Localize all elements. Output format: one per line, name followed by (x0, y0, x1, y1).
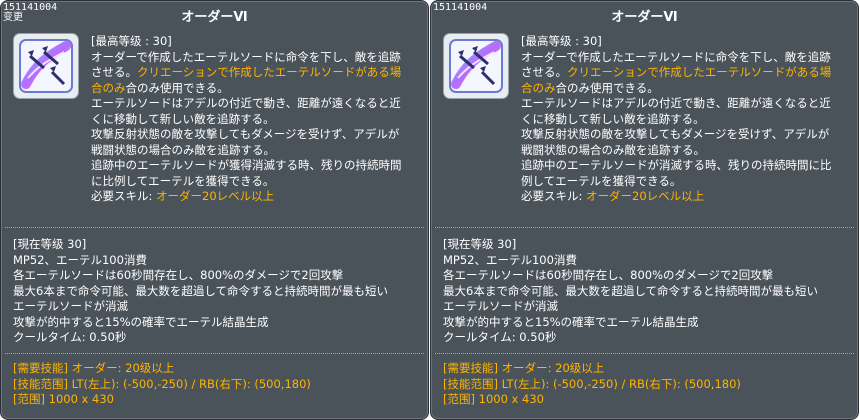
desc-line: 合のみ合のみ使用できる。 (521, 81, 848, 97)
ether-sword-skill-icon (444, 34, 508, 98)
desc-line: 合のみ合のみ使用できる。 (91, 81, 418, 97)
desc-line: 戦闘状態の場合のみ敵を追跡する。 (91, 142, 275, 157)
skill-description: [最高等级 : 30] オーダーで作成したエーテルソードに命令を下し、敵を追跡 … (91, 34, 418, 205)
stat-line: クールタイム: 0.50秒 (443, 330, 557, 344)
current-level: [現在等级 30] (443, 237, 517, 251)
skill-stats: [現在等级 30] MP52、エーテル100消費 各エーテルソードは60秒間存在… (13, 237, 420, 346)
required-skill: 必要スキル: オーダー20レベル以上 (521, 189, 848, 205)
current-level: [現在等级 30] (13, 237, 87, 251)
desc-text: 合のみ使用できる。 (125, 80, 229, 95)
desc-line: 追跡中のエーテルソードが消滅する時、残りの持続時間に比 (521, 158, 832, 172)
stat-line: MP52、エーテル100消費 (13, 252, 147, 267)
desc-line: 追跡中のエーテルソードが獲得消滅する時、残りの持続時間 (91, 158, 402, 172)
stat-line: 攻撃が的中すると15%の確率でエーテル結晶生成 (13, 314, 269, 329)
desc-highlight: 合のみ (521, 80, 556, 95)
skill-requirements: [需要技能] オーダー: 20级以上 [技能范围] LT(左上): (-500,… (443, 361, 850, 408)
stat-line: 最大6本まで命令可能、最大数を超過して命令すると持続時間が最も短い (13, 283, 388, 298)
skill-tooltip-left: 151141004 变更 オーダーⅥ [最高等级 : 30] オーダーで作成した… (0, 0, 429, 420)
desc-line: に比例してエーテルを獲得できる。 (91, 173, 275, 188)
desc-text: させる。 (521, 65, 567, 79)
desc-line: オーダーで作成したエーテルソードに命令を下し、敵を追跡 (521, 49, 831, 64)
skill-title: オーダーⅥ (181, 10, 248, 25)
skill-description: [最高等级 : 30] オーダーで作成したエーテルソードに命令を下し、敵を追跡 … (521, 34, 848, 205)
desc-text: 合のみ使用できる。 (555, 80, 659, 95)
divider (435, 353, 854, 354)
required-skill: 必要スキル: オーダー20レベル以上 (91, 189, 418, 205)
requirement-line: [需要技能] オーダー: 20级以上 (443, 361, 605, 375)
stat-line: MP52、エーテル100消費 (443, 252, 577, 267)
desc-line: くに移動して新しい敵を追跡する。 (521, 111, 705, 126)
desc-line: 戦闘状態の場合のみ敵を追跡する。 (521, 142, 705, 157)
required-skill-value: オーダー20レベル以上 (586, 189, 705, 203)
stat-line: クールタイム: 0.50秒 (13, 330, 127, 344)
desc-line: オーダーで作成したエーテルソードに命令を下し、敵を追跡 (91, 49, 401, 64)
divider (5, 227, 424, 228)
desc-highlight: クリエーションで作成したエーテルソードがある場 (137, 65, 402, 79)
divider (435, 227, 854, 228)
max-level: [最高等级 : 30] (521, 34, 602, 48)
skill-requirements: [需要技能] オーダー: 20级以上 [技能范围] LT(左上): (-500,… (13, 361, 420, 408)
desc-line: エーテルソードはアデルの付近で動き、距離が遠くなると近 (91, 96, 401, 110)
stat-line: 最大6本まで命令可能、最大数を超過して命令すると持続時間が最も短い (443, 283, 818, 298)
stat-line: エーテルソードが消滅 (13, 299, 128, 313)
desc-line: 攻撃反射状態の敵を攻撃してもダメージを受けず、アデルが (521, 127, 830, 141)
requirement-line: [技能范围] LT(左上): (-500,-250) / RB(右下): (50… (443, 376, 741, 391)
divider (5, 353, 424, 354)
desc-highlight: 合のみ (91, 80, 126, 95)
desc-line: くに移動して新しい敵を追跡する。 (91, 111, 275, 126)
required-skill-value: オーダー20レベル以上 (156, 189, 275, 203)
ether-sword-skill-icon (14, 34, 78, 98)
desc-line: させる。クリエーションで作成したエーテルソードがある場 (91, 65, 418, 81)
stat-line: 各エーテルソードは60秒間存在し、800%のダメージで2回攻撃 (13, 268, 344, 282)
stat-line: 攻撃が的中すると15%の確率でエーテル結晶生成 (443, 314, 699, 329)
desc-line: 例してエーテルを獲得できる。 (521, 173, 682, 188)
requirement-line: [范围] 1000 x 430 (13, 392, 114, 406)
desc-line: エーテルソードはアデルの付近で動き、距離が遠くなると近 (521, 96, 831, 110)
skill-title: オーダーⅥ (611, 10, 678, 25)
required-skill-label: 必要スキル: (91, 189, 157, 203)
desc-highlight: クリエーションで作成したエーテルソードがある場 (567, 65, 832, 79)
desc-line: 攻撃反射状態の敵を攻撃してもダメージを受けず、アデルが (91, 127, 400, 141)
desc-text: させる。 (91, 65, 137, 79)
desc-line: させる。クリエーションで作成したエーテルソードがある場 (521, 65, 848, 81)
stat-line: 各エーテルソードは60秒間存在し、800%のダメージで2回攻撃 (443, 268, 774, 282)
skill-stats: [現在等级 30] MP52、エーテル100消費 各エーテルソードは60秒間存在… (443, 237, 850, 346)
requirement-line: [范围] 1000 x 430 (443, 392, 544, 406)
requirement-line: [技能范围] LT(左上): (-500,-250) / RB(右下): (50… (13, 376, 311, 391)
skill-tooltip-right: 151141004 オーダーⅥ [最高等级 : 30] オーダーで作成したエーテ… (430, 0, 859, 420)
requirement-line: [需要技能] オーダー: 20级以上 (13, 361, 175, 375)
stat-line: エーテルソードが消滅 (443, 299, 558, 313)
max-level: [最高等级 : 30] (91, 34, 172, 48)
required-skill-label: 必要スキル: (521, 189, 587, 203)
